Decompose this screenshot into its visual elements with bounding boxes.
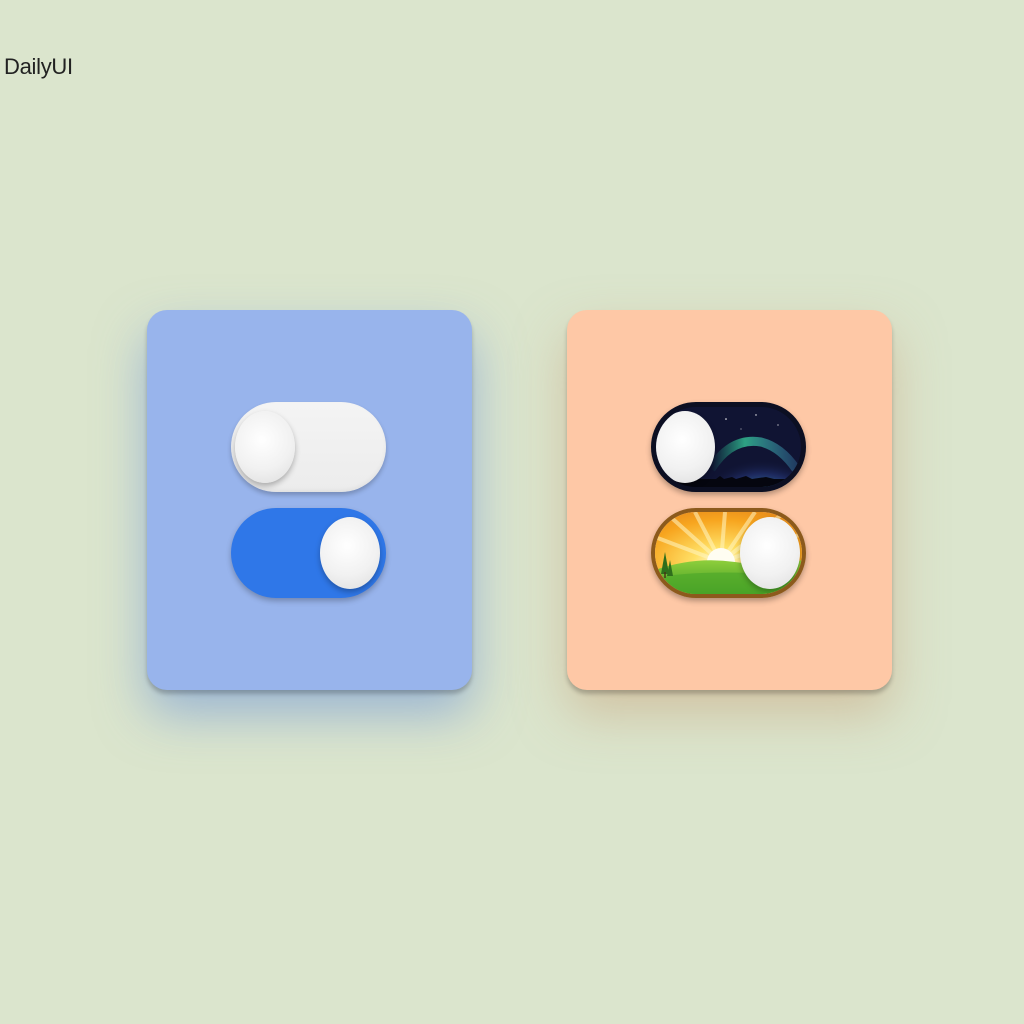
plain-toggle-on[interactable] <box>231 508 386 598</box>
toggle-knob <box>740 517 800 589</box>
toggle-knob <box>656 411 715 483</box>
night-toggle-off[interactable] <box>651 402 806 492</box>
toggle-card-blue <box>147 310 472 690</box>
plain-toggle-off[interactable] <box>231 402 386 492</box>
toggle-knob <box>235 411 295 483</box>
toggle-knob <box>320 517 380 589</box>
day-toggle-on[interactable] <box>651 508 806 598</box>
toggle-card-peach <box>567 310 892 690</box>
brand-label: DailyUI <box>4 54 73 79</box>
